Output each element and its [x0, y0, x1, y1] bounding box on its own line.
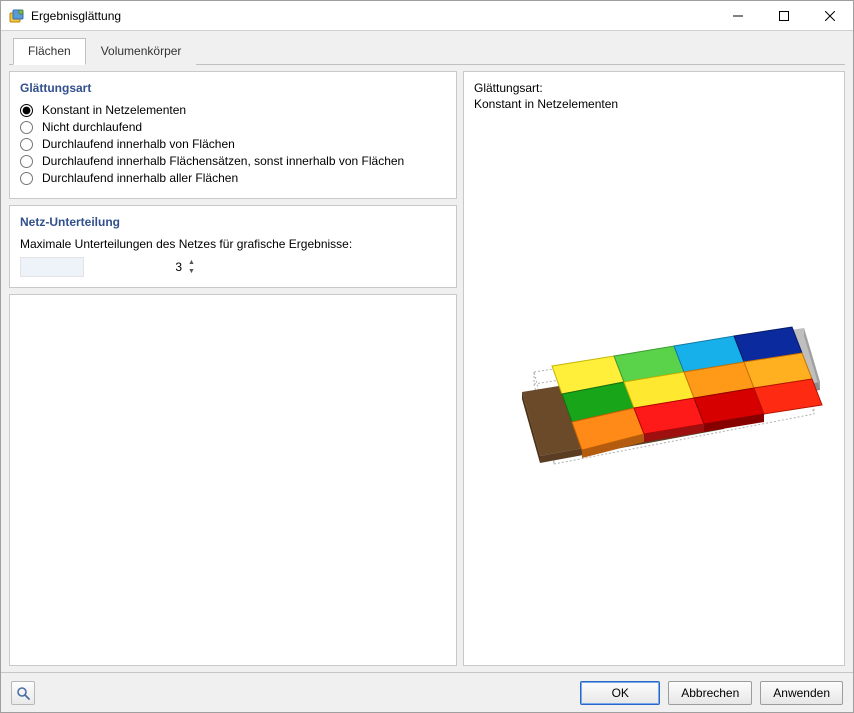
- apply-button-label: Anwenden: [773, 686, 830, 700]
- radio-cont-all-input[interactable]: [20, 172, 33, 185]
- blank-card: [9, 294, 457, 666]
- tab-surfaces-label: Flächen: [28, 44, 71, 58]
- app-icon: [9, 8, 25, 24]
- cancel-button[interactable]: Abbrechen: [668, 681, 752, 705]
- ok-button-label: OK: [612, 686, 629, 700]
- tab-solids[interactable]: Volumenkörper: [86, 38, 197, 65]
- subdivision-input[interactable]: [21, 258, 188, 276]
- window: Ergebnisglättung Flächen Volumenkörper G…: [0, 0, 854, 713]
- tab-solids-label: Volumenkörper: [101, 44, 182, 58]
- radio-cont-all-label: Durchlaufend innerhalb aller Flächen: [42, 171, 238, 185]
- subdivision-label: Maximale Unterteilungen des Netzes für g…: [20, 237, 446, 251]
- maximize-button[interactable]: [761, 1, 807, 31]
- minimize-button[interactable]: [715, 1, 761, 31]
- radio-cont-surfacesets-input[interactable]: [20, 155, 33, 168]
- stepper-buttons: ▲ ▼: [188, 258, 195, 276]
- radio-non-cont[interactable]: Nicht durchlaufend: [20, 120, 446, 134]
- subdivision-section-title: Netz-Unterteilung: [20, 215, 446, 229]
- preview-label-line1: Glättungsart:: [474, 81, 543, 95]
- tab-surfaces[interactable]: Flächen: [13, 38, 86, 65]
- right-column: Glättungsart: Konstant in Netzelementen: [463, 71, 845, 666]
- subdivision-stepper[interactable]: ▲ ▼: [20, 257, 84, 277]
- panels: Glättungsart Konstant in Netzelementen N…: [9, 64, 845, 672]
- apply-button[interactable]: Anwenden: [760, 681, 843, 705]
- radio-const-elems-input[interactable]: [20, 104, 33, 117]
- stepper-up[interactable]: ▲: [188, 258, 195, 267]
- help-button[interactable]: [11, 681, 35, 705]
- subdivision-card: Netz-Unterteilung Maximale Unterteilunge…: [9, 205, 457, 288]
- preview-label-line2: Konstant in Netzelementen: [474, 97, 618, 111]
- magnifier-icon: [16, 686, 30, 700]
- titlebar: Ergebnisglättung: [1, 1, 853, 31]
- radio-const-elems[interactable]: Konstant in Netzelementen: [20, 103, 446, 117]
- ok-button[interactable]: OK: [580, 681, 660, 705]
- radio-cont-surfacesets-label: Durchlaufend innerhalb Flächensätzen, so…: [42, 154, 404, 168]
- preview-card: Glättungsart: Konstant in Netzelementen: [463, 71, 845, 666]
- close-button[interactable]: [807, 1, 853, 31]
- footer: OK Abbrechen Anwenden: [1, 672, 853, 712]
- radio-non-cont-input[interactable]: [20, 121, 33, 134]
- radio-cont-surfaces-label: Durchlaufend innerhalb von Flächen: [42, 137, 235, 151]
- radio-cont-surfaces[interactable]: Durchlaufend innerhalb von Flächen: [20, 137, 446, 151]
- radio-const-elems-label: Konstant in Netzelementen: [42, 103, 186, 117]
- smoothing-section-title: Glättungsart: [20, 81, 446, 95]
- window-title: Ergebnisglättung: [31, 9, 121, 23]
- preview-illustration: [474, 262, 834, 482]
- stepper-down[interactable]: ▼: [188, 267, 195, 276]
- radio-non-cont-label: Nicht durchlaufend: [42, 120, 142, 134]
- content: Flächen Volumenkörper Glättungsart Konst…: [1, 31, 853, 672]
- radio-cont-surfacesets[interactable]: Durchlaufend innerhalb Flächensätzen, so…: [20, 154, 446, 168]
- left-column: Glättungsart Konstant in Netzelementen N…: [9, 71, 457, 666]
- radio-cont-surfaces-input[interactable]: [20, 138, 33, 151]
- radio-cont-all[interactable]: Durchlaufend innerhalb aller Flächen: [20, 171, 446, 185]
- smoothing-card: Glättungsart Konstant in Netzelementen N…: [9, 71, 457, 199]
- cancel-button-label: Abbrechen: [681, 686, 739, 700]
- smoothing-radios: Konstant in Netzelementen Nicht durchlau…: [20, 103, 446, 185]
- preview-label: Glättungsart: Konstant in Netzelementen: [474, 80, 834, 112]
- tab-bar: Flächen Volumenkörper: [9, 37, 845, 64]
